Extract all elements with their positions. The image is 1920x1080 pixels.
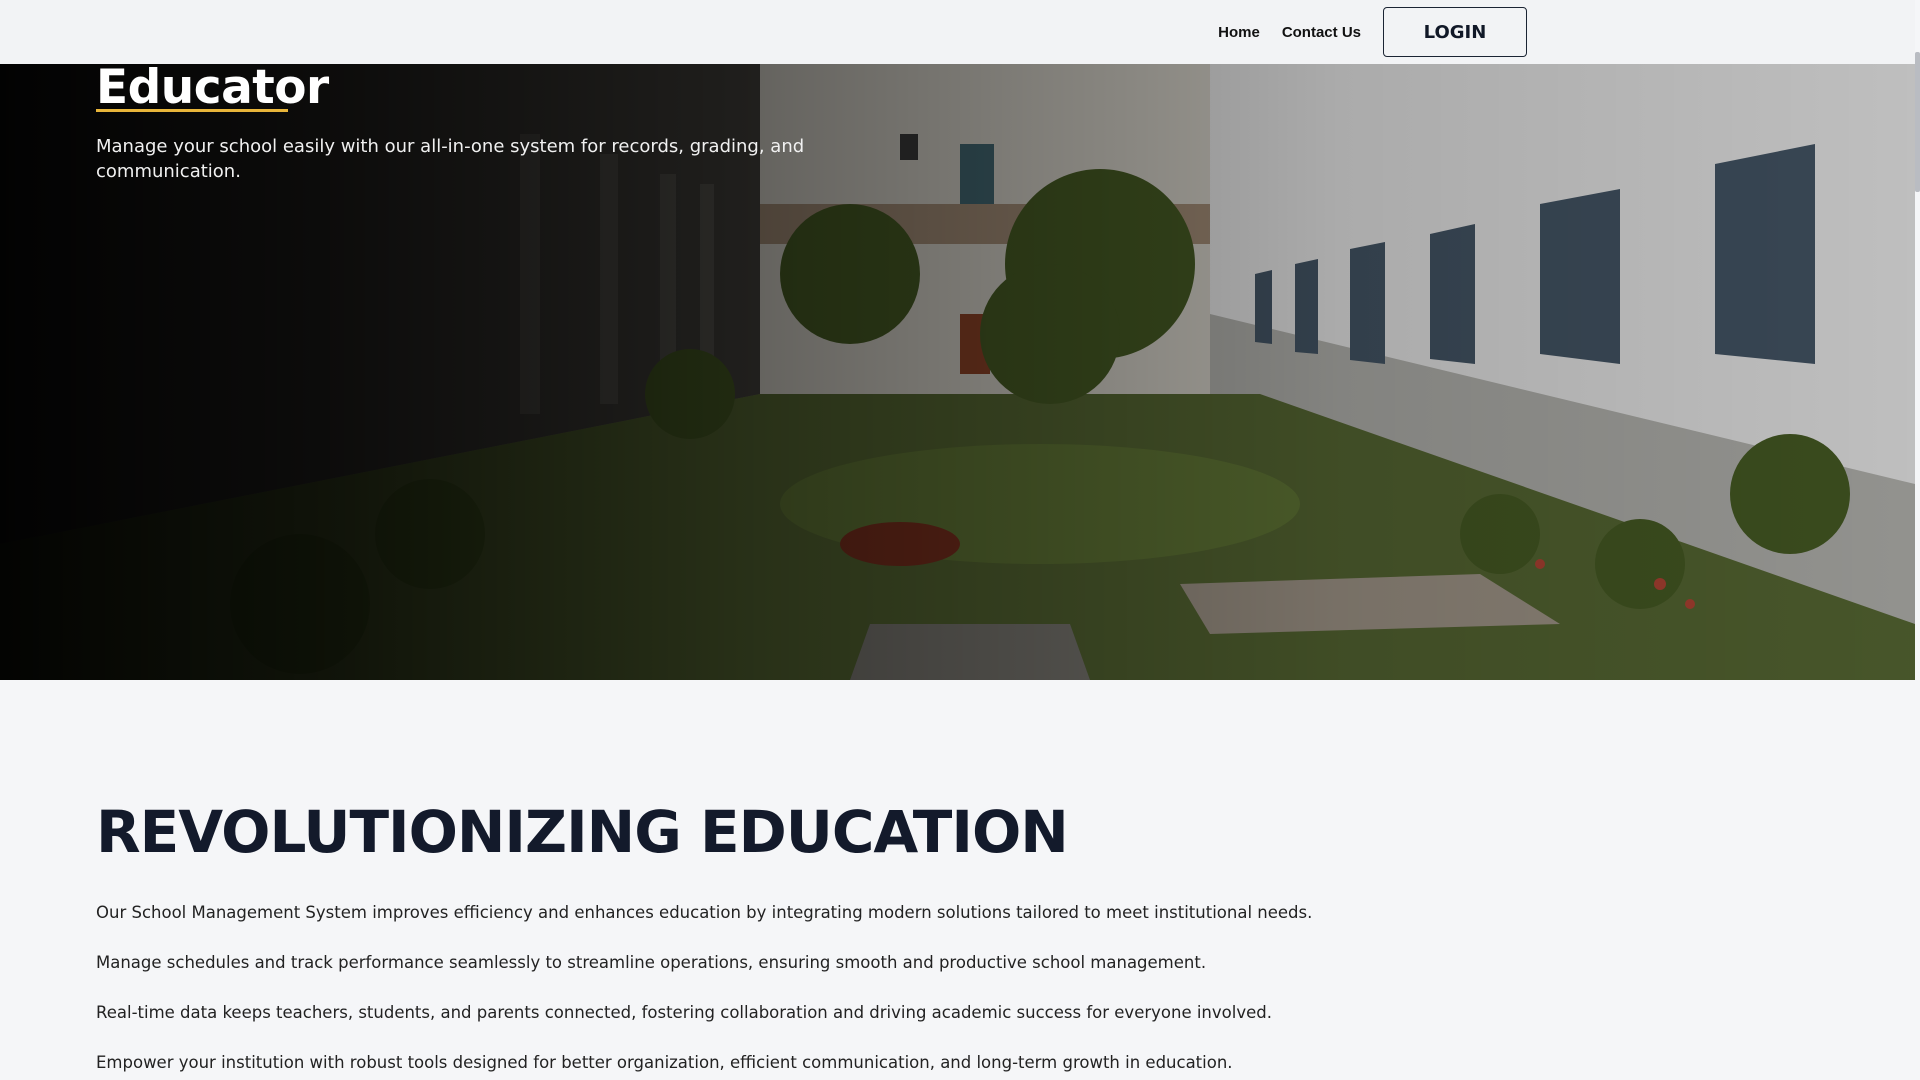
login-button[interactable]: LOGIN [1383,7,1527,57]
section-paragraph: Real-time data keeps teachers, students,… [96,1003,1272,1022]
hero-banner: Educator Manage your school easily with … [0,64,1915,680]
section-title: REVOLUTIONIZING EDUCATION [96,798,1069,866]
hero-subtitle: Manage your school easily with our all-i… [96,136,805,182]
section-paragraph: Manage schedules and track performance s… [96,953,1207,972]
section-paragraph: Our School Management System improves ef… [96,903,1313,922]
scrollbar-thumb[interactable] [1915,52,1920,192]
main-content: REVOLUTIONIZING EDUCATION Our School Man… [96,680,1396,1074]
section-paragraph: Empower your institution with robust too… [96,1053,1233,1072]
page: Home Contact Us LOGIN Educator Manage yo… [0,0,1920,1080]
page-scrollbar[interactable] [1915,0,1920,1080]
top-navbar: Home Contact Us LOGIN [0,0,1915,64]
nav-contact-link[interactable]: Contact Us [1282,24,1361,41]
hero-title: Educator [96,64,329,115]
nav-home-link[interactable]: Home [1218,24,1260,41]
hero-title-underline [96,109,288,112]
